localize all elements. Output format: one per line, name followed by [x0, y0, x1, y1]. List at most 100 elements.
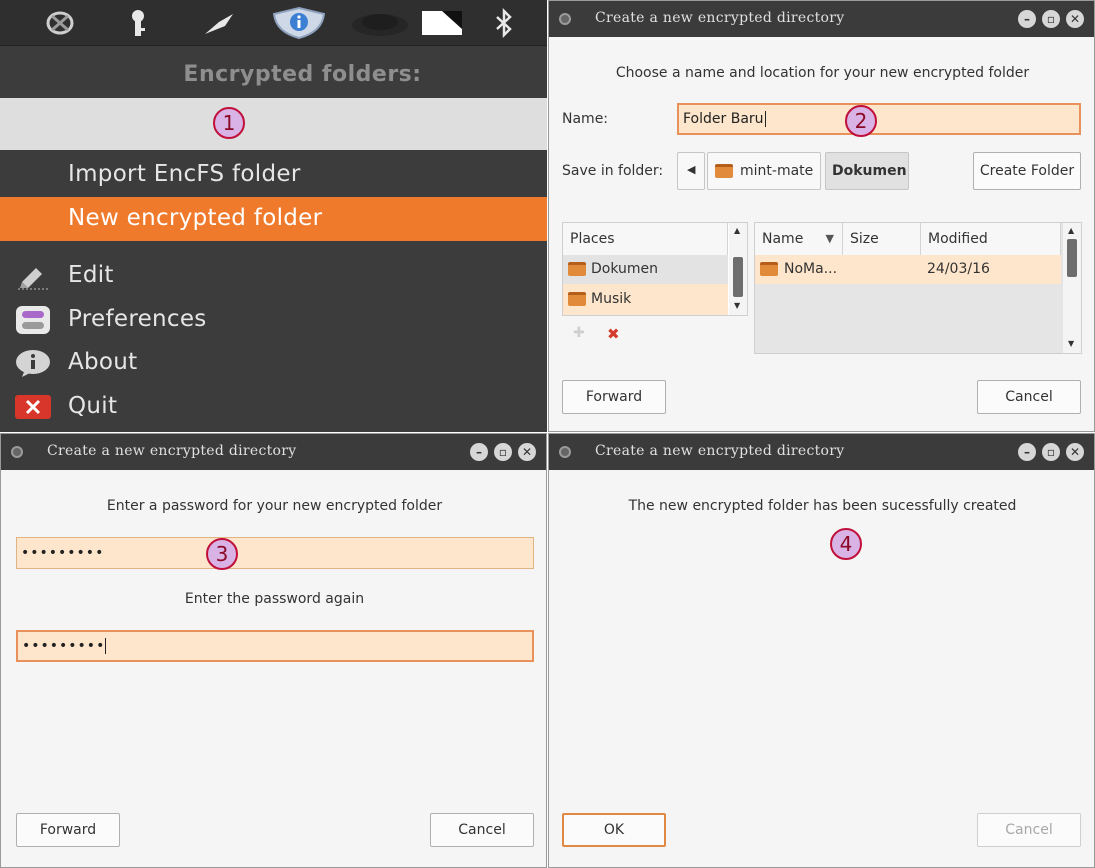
password-input[interactable]: ••••••••• — [16, 537, 534, 569]
breadcrumb-label: mint-mate — [740, 163, 814, 179]
places-item-label: Musik — [591, 291, 632, 307]
column-header-label: Name — [762, 231, 804, 247]
maximize-icon[interactable]: ▫ — [1042, 443, 1060, 461]
quit-icon — [14, 391, 52, 423]
ok-button[interactable]: OK — [562, 813, 666, 847]
breadcrumb-mint-mate[interactable]: mint-mate — [707, 152, 821, 190]
file-row[interactable]: NoMa... 24/03/16 — [755, 255, 1061, 284]
close-icon[interactable]: ✕ — [1066, 10, 1084, 28]
add-place-icon[interactable]: ✚ — [573, 325, 589, 341]
breadcrumb-label: Dokumen — [832, 163, 907, 179]
close-icon[interactable]: ✕ — [518, 443, 536, 461]
password-confirm-value: ••••••••• — [22, 638, 106, 654]
remove-place-icon[interactable]: ✖ — [607, 325, 623, 343]
sort-down-icon: ▼ — [825, 232, 834, 245]
step-marker-2: 2 — [845, 105, 877, 137]
column-header-modified[interactable]: Modified — [921, 223, 1061, 255]
app-icon — [11, 446, 23, 458]
places-item-label: Dokumen — [591, 261, 659, 277]
menu-item-label: Preferences — [68, 306, 207, 332]
folder-icon — [568, 262, 586, 276]
breadcrumb-dokumen[interactable]: Dokumen — [825, 152, 909, 190]
menu-item-import-encfs[interactable]: Import EncFS folder — [0, 153, 547, 197]
tray-menu-panel: Encrypted folders: 1 Import EncFS folder… — [0, 0, 547, 432]
key-icon[interactable] — [118, 6, 158, 40]
shield-info-icon[interactable] — [270, 6, 328, 40]
pen-icon — [14, 260, 52, 292]
forward-button[interactable]: Forward — [562, 380, 666, 414]
save-in-label: Save in folder: — [562, 163, 664, 179]
menu-item-about[interactable]: About — [0, 341, 547, 385]
minimize-icon[interactable]: – — [1018, 10, 1036, 28]
scroll-thumb[interactable] — [733, 257, 743, 297]
files-pane: Name ▼ Size Modified NoMa... 24/03/16 ▲ … — [754, 222, 1082, 354]
window-title: Create a new encrypted directory — [47, 443, 297, 459]
password-prompt: Enter a password for your new encrypted … — [106, 498, 443, 514]
encrypted-folder-item[interactable]: 1 — [0, 98, 547, 150]
title-bar: Create a new encrypted directory – ▫ ✕ — [549, 434, 1094, 470]
file-modified: 24/03/16 — [927, 261, 990, 277]
home-folder-icon — [715, 164, 733, 178]
system-tray — [0, 0, 547, 46]
forward-button[interactable]: Forward — [16, 813, 120, 847]
screen-icon[interactable] — [420, 6, 464, 40]
intro-text: Choose a name and location for your new … — [615, 65, 1030, 81]
minimize-icon[interactable]: – — [470, 443, 488, 461]
create-directory-dialog: Create a new encrypted directory – ▫ ✕ C… — [548, 0, 1095, 432]
password-dialog: Create a new encrypted directory – ▫ ✕ E… — [0, 433, 547, 868]
pin-icon[interactable] — [200, 6, 240, 40]
places-header[interactable]: Places — [563, 223, 728, 255]
window-title: Create a new encrypted directory — [595, 10, 845, 26]
places-scrollbar[interactable]: ▲ ▼ — [729, 223, 747, 315]
menu-item-label: New encrypted folder — [68, 205, 323, 231]
chevron-left-icon: ◀ — [687, 163, 696, 176]
cancel-button[interactable]: Cancel — [977, 813, 1081, 847]
name-input[interactable]: Folder Baru — [677, 103, 1081, 135]
title-bar: Create a new encrypted directory – ▫ ✕ — [549, 1, 1094, 37]
menu-header: Encrypted folders: — [0, 48, 547, 100]
menu-item-label: Import EncFS folder — [68, 161, 301, 187]
scroll-thumb[interactable] — [1067, 239, 1077, 277]
name-label: Name: — [562, 111, 609, 127]
menu-header-label: Encrypted folders: — [183, 62, 422, 87]
app-icon — [559, 13, 571, 25]
spiral-icon[interactable] — [40, 6, 80, 40]
menu-item-label: Quit — [68, 393, 118, 419]
column-header-size[interactable]: Size — [843, 223, 921, 255]
menu-item-preferences[interactable]: Preferences — [0, 298, 547, 342]
success-message: The new encrypted folder has been sucess… — [628, 498, 1017, 514]
music-folder-icon — [568, 292, 586, 306]
menu-item-new-encrypted-folder[interactable]: New encrypted folder — [0, 197, 547, 241]
minimize-icon[interactable]: – — [1018, 443, 1036, 461]
menu-item-quit[interactable]: Quit — [0, 385, 547, 429]
step-marker-3: 3 — [206, 538, 238, 570]
column-header-name[interactable]: Name ▼ — [755, 223, 843, 255]
files-scrollbar[interactable]: ▲ ▼ — [1063, 223, 1081, 353]
close-icon[interactable]: ✕ — [1066, 443, 1084, 461]
step-marker-4: 4 — [830, 528, 862, 560]
success-dialog: Create a new encrypted directory – ▫ ✕ T… — [548, 433, 1095, 868]
cancel-button[interactable]: Cancel — [430, 813, 534, 847]
cloud-icon[interactable] — [350, 6, 410, 40]
file-name: NoMa... — [784, 261, 838, 277]
name-input-value: Folder Baru — [683, 111, 764, 127]
step-marker-1: 1 — [213, 107, 245, 139]
window-title: Create a new encrypted directory — [595, 443, 845, 459]
title-bar: Create a new encrypted directory – ▫ ✕ — [1, 434, 546, 470]
breadcrumb-back-button[interactable]: ◀ — [677, 152, 705, 190]
password-again-prompt: Enter the password again — [184, 591, 365, 607]
maximize-icon[interactable]: ▫ — [494, 443, 512, 461]
maximize-icon[interactable]: ▫ — [1042, 10, 1060, 28]
menu-item-edit[interactable]: Edit — [0, 254, 547, 298]
cancel-button[interactable]: Cancel — [977, 380, 1081, 414]
places-pane: Places Dokumen Musik ▲ ▼ — [562, 222, 748, 316]
menu-item-label: About — [68, 349, 138, 375]
places-item-musik[interactable]: Musik — [563, 284, 728, 315]
password-confirm-input[interactable]: ••••••••• — [16, 630, 534, 662]
app-icon — [559, 446, 571, 458]
preferences-icon — [14, 304, 52, 336]
places-item-dokumen[interactable]: Dokumen — [563, 255, 728, 284]
folder-icon — [760, 262, 778, 276]
create-folder-button[interactable]: Create Folder — [973, 152, 1081, 190]
bluetooth-icon[interactable] — [484, 6, 524, 40]
